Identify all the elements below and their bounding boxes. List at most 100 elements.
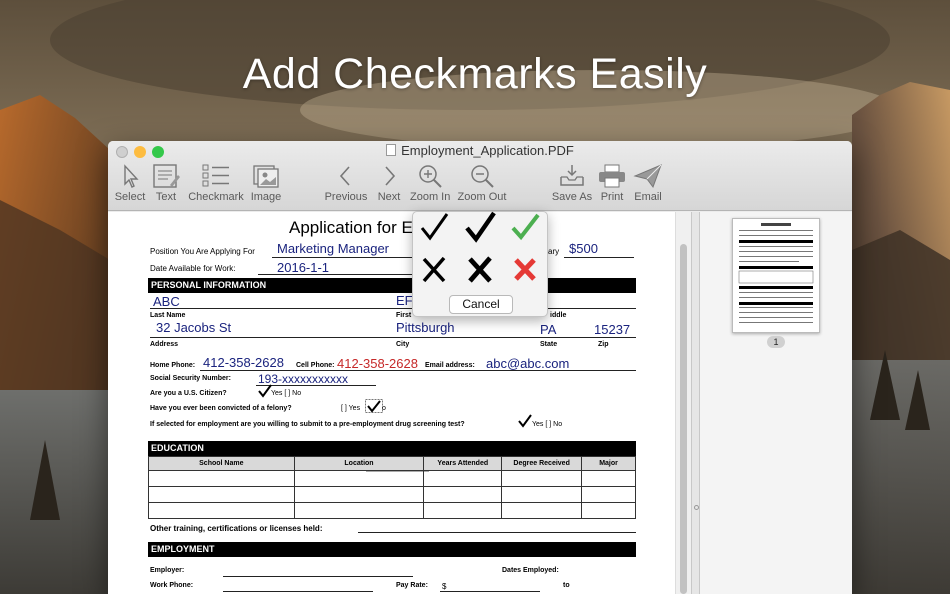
position-value[interactable]: Marketing Manager — [277, 241, 389, 256]
last-name-value[interactable]: ABC — [153, 294, 180, 309]
employer-label: Employer: — [150, 567, 185, 574]
home-phone-value[interactable]: 412-358-2628 — [203, 355, 284, 370]
table-row[interactable] — [148, 470, 636, 487]
table-row[interactable] — [148, 486, 636, 503]
text-edit-icon — [153, 164, 180, 188]
to-label: to — [563, 582, 570, 589]
email-button[interactable]: Email — [630, 163, 666, 203]
zoom-in-icon — [419, 165, 442, 188]
zoom-in-button[interactable]: Zoom In — [410, 163, 450, 203]
citizen-label: Are you a U.S. Citizen? — [150, 390, 227, 397]
x-thin-option[interactable] — [417, 252, 451, 286]
education-table: School Name Location Years Attended Degr… — [148, 456, 636, 519]
headline: Add Checkmarks Easily — [242, 50, 708, 98]
first-label: First — [396, 312, 412, 319]
city-label: City — [396, 341, 410, 348]
zoom-in-label: Zoom In — [410, 191, 451, 203]
save-as-label: Save As — [551, 191, 593, 203]
checkmark-tool[interactable]: Checkmark — [186, 163, 246, 203]
x-red-option[interactable] — [508, 252, 542, 286]
pdf-page: Application for E Position You Are Apply… — [108, 212, 668, 594]
felony-no-option: o — [382, 405, 386, 412]
dates-employed-label: Dates Employed: — [502, 567, 559, 574]
document-icon — [386, 144, 397, 156]
column-header: Degree Received — [501, 456, 583, 471]
paper-plane-icon — [633, 164, 662, 189]
divider-handle[interactable] — [694, 505, 699, 510]
address-label: Address — [150, 341, 179, 348]
check-bold-option[interactable] — [463, 210, 497, 244]
salary-value[interactable]: $500 — [569, 241, 598, 256]
other-training-label: Other training, certifications or licens… — [150, 524, 323, 533]
email-label: Email — [634, 191, 662, 203]
printer-icon — [599, 164, 625, 188]
column-header: Major — [581, 456, 636, 471]
zoom-out-label: Zoom Out — [457, 191, 507, 203]
print-label: Print — [600, 191, 624, 203]
first-name-value[interactable]: EF — [396, 293, 413, 308]
section-education: EDUCATION — [148, 441, 636, 456]
check-thin-option[interactable] — [417, 210, 451, 244]
drug-test-label: If selected for employment are you willi… — [150, 421, 465, 428]
cancel-button[interactable]: Cancel — [449, 295, 513, 314]
last-name-label: Last Name — [150, 312, 186, 319]
column-header: School Name — [148, 456, 295, 471]
pay-rate-symbol: $ — [442, 582, 447, 591]
page-thumbnail[interactable] — [732, 218, 820, 333]
zip-label: Zip — [598, 341, 609, 348]
citizen-options: Yes [ ] No — [271, 390, 302, 397]
page-thumbnails-sidebar: 1 — [700, 212, 852, 594]
vertical-scrollbar[interactable] — [675, 212, 691, 594]
scrollbar-thumb[interactable] — [680, 244, 687, 594]
chevron-right-icon — [385, 166, 396, 186]
felony-checkmark[interactable] — [365, 399, 383, 413]
zoom-out-button[interactable]: Zoom Out — [456, 163, 508, 203]
next-label: Next — [377, 191, 401, 203]
pay-rate-label: Pay Rate: — [396, 582, 428, 589]
table-row[interactable] — [148, 502, 636, 519]
section-employment: EMPLOYMENT — [148, 542, 636, 557]
zip-value[interactable]: 15237 — [594, 322, 630, 337]
ssn-label: Social Security Number: — [150, 375, 231, 382]
previous-button[interactable]: Previous — [324, 163, 368, 203]
column-header: Years Attended — [423, 456, 503, 471]
state-label: State — [540, 341, 558, 348]
page-number-badge: 1 — [767, 336, 785, 348]
drug-test-checkmark[interactable] — [518, 414, 532, 428]
form-title: Application for E — [289, 218, 413, 237]
titlebar: Employment_Application.PDF Select Text C… — [108, 141, 852, 211]
text-label: Text — [155, 191, 177, 203]
home-phone-label: Home Phone: — [150, 362, 196, 369]
print-button[interactable]: Print — [596, 163, 628, 203]
document-view[interactable]: Application for E Position You Are Apply… — [108, 212, 684, 594]
next-button[interactable]: Next — [374, 163, 404, 203]
drug-test-options: Yes [ ] No — [532, 421, 563, 428]
select-label: Select — [114, 191, 146, 203]
thumbnail-preview — [738, 223, 814, 323]
city-value[interactable]: Pittsburgh — [396, 320, 455, 335]
image-tool[interactable]: Image — [248, 163, 284, 203]
save-as-button[interactable]: Save As — [550, 163, 594, 203]
x-bold-option[interactable] — [463, 252, 497, 286]
save-tray-icon — [560, 165, 584, 186]
state-value[interactable]: PA — [540, 322, 556, 337]
felony-label: Have you ever been convicted of a felony… — [150, 405, 292, 412]
split-divider[interactable] — [691, 212, 700, 594]
middle-label: iddle — [550, 312, 567, 319]
date-available-label: Date Available for Work: — [150, 264, 236, 273]
address-value[interactable]: 32 Jacobs St — [156, 320, 231, 335]
text-tool[interactable]: Text — [150, 163, 182, 203]
education-header-row: School Name Location Years Attended Degr… — [148, 456, 636, 471]
email-address-label: Email address: — [425, 362, 475, 369]
date-available-value[interactable]: 2016-1-1 — [277, 260, 329, 275]
select-tool[interactable]: Select — [114, 163, 146, 203]
app-window: Employment_Application.PDF Select Text C… — [108, 141, 852, 594]
email-address-value[interactable]: abc@abc.com — [486, 356, 569, 371]
salary-label: ary — [548, 247, 560, 256]
citizen-checkmark[interactable] — [258, 384, 272, 398]
cell-phone-value[interactable]: 412-358-2628 — [337, 356, 418, 371]
check-green-option[interactable] — [508, 210, 542, 244]
column-header: Location — [293, 456, 425, 471]
cell-phone-label: Cell Phone: — [296, 362, 335, 369]
position-label: Position You Are Applying For — [150, 247, 255, 256]
